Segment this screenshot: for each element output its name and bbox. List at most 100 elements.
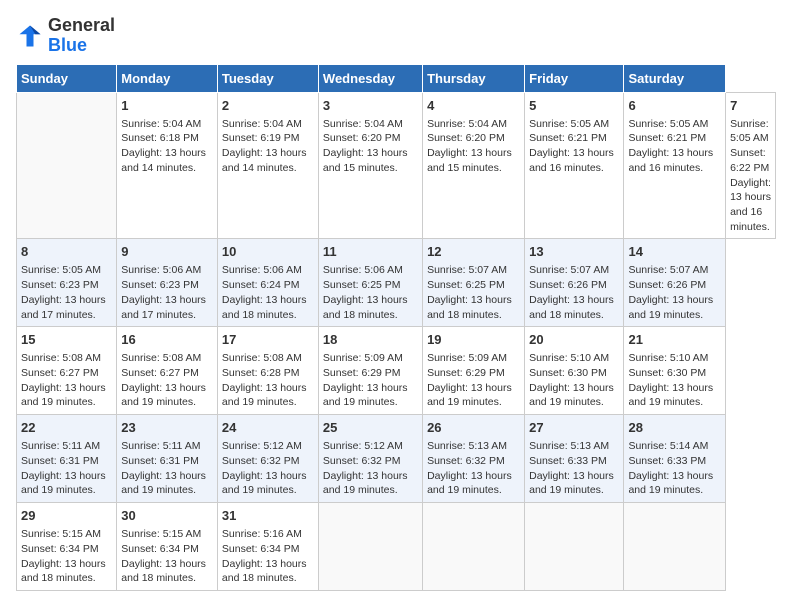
calendar-day-cell: 30 Sunrise: 5:15 AMSunset: 6:34 PMDayligh… <box>117 503 218 591</box>
day-number: 15 <box>21 331 112 349</box>
day-number: 7 <box>730 97 771 115</box>
day-info: Sunrise: 5:04 AMSunset: 6:18 PMDaylight:… <box>121 117 213 176</box>
page-container: General Blue SundayMondayTuesdayWednesda… <box>16 16 776 591</box>
day-info: Sunrise: 5:07 AMSunset: 6:25 PMDaylight:… <box>427 263 520 322</box>
calendar-day-cell: 14Sunrise: 5:07 AMSunset: 6:26 PMDayligh… <box>624 239 726 327</box>
weekday-header-monday: Monday <box>117 64 218 92</box>
day-info: Sunrise: 5:15 AMSunset: 6:34 PMDaylight:… <box>21 527 112 586</box>
day-info: Sunrise: 5:15 AMSunset: 6:34 PMDaylight:… <box>121 527 213 586</box>
calendar-day-cell: 17 Sunrise: 5:08 AMSunset: 6:28 PMDayligh… <box>217 327 318 415</box>
day-number: 6 <box>628 97 721 115</box>
day-number: 1 <box>121 97 213 115</box>
day-number: 16 <box>121 331 213 349</box>
calendar-day-cell: 24 Sunrise: 5:12 AMSunset: 6:32 PMDayligh… <box>217 415 318 503</box>
logo-icon <box>16 22 44 50</box>
calendar-week-row: 22Sunrise: 5:11 AMSunset: 6:31 PMDayligh… <box>17 415 776 503</box>
day-info: Sunrise: 5:12 AMSunset: 6:32 PMDaylight:… <box>222 439 314 498</box>
day-number: 20 <box>529 331 619 349</box>
calendar-day-cell: 6 Sunrise: 5:05 AMSunset: 6:21 PMDaylight… <box>624 92 726 239</box>
calendar-table: SundayMondayTuesdayWednesdayThursdayFrid… <box>16 64 776 591</box>
day-number: 23 <box>121 419 213 437</box>
day-number: 19 <box>427 331 520 349</box>
calendar-day-cell: 22Sunrise: 5:11 AMSunset: 6:31 PMDayligh… <box>17 415 117 503</box>
calendar-day-cell: 29 Sunrise: 5:15 AMSunset: 6:34 PMDayligh… <box>17 503 117 591</box>
calendar-empty-cell <box>17 92 117 239</box>
calendar-week-row: 29 Sunrise: 5:15 AMSunset: 6:34 PMDayligh… <box>17 503 776 591</box>
calendar-empty-cell <box>318 503 422 591</box>
day-number: 2 <box>222 97 314 115</box>
day-info: Sunrise: 5:13 AMSunset: 6:32 PMDaylight:… <box>427 439 520 498</box>
day-info: Sunrise: 5:09 AMSunset: 6:29 PMDaylight:… <box>427 351 520 410</box>
day-info: Sunrise: 5:06 AMSunset: 6:24 PMDaylight:… <box>222 263 314 322</box>
day-number: 13 <box>529 243 619 261</box>
day-info: Sunrise: 5:04 AMSunset: 6:20 PMDaylight:… <box>323 117 418 176</box>
calendar-day-cell: 21Sunrise: 5:10 AMSunset: 6:30 PMDayligh… <box>624 327 726 415</box>
day-number: 5 <box>529 97 619 115</box>
calendar-day-cell: 7 Sunrise: 5:05 AMSunset: 6:22 PMDaylight… <box>726 92 776 239</box>
weekday-header-sunday: Sunday <box>17 64 117 92</box>
calendar-week-row: 8Sunrise: 5:05 AMSunset: 6:23 PMDaylight… <box>17 239 776 327</box>
day-info: Sunrise: 5:11 AMSunset: 6:31 PMDaylight:… <box>21 439 112 498</box>
calendar-day-cell: 25Sunrise: 5:12 AMSunset: 6:32 PMDayligh… <box>318 415 422 503</box>
day-info: Sunrise: 5:11 AMSunset: 6:31 PMDaylight:… <box>121 439 213 498</box>
day-number: 12 <box>427 243 520 261</box>
day-info: Sunrise: 5:05 AMSunset: 6:21 PMDaylight:… <box>628 117 721 176</box>
calendar-day-cell: 4 Sunrise: 5:04 AMSunset: 6:20 PMDaylight… <box>423 92 525 239</box>
day-number: 17 <box>222 331 314 349</box>
calendar-day-cell: 5 Sunrise: 5:05 AMSunset: 6:21 PMDaylight… <box>525 92 624 239</box>
calendar-day-cell: 12 Sunrise: 5:07 AMSunset: 6:25 PMDayligh… <box>423 239 525 327</box>
day-info: Sunrise: 5:07 AMSunset: 6:26 PMDaylight:… <box>628 263 721 322</box>
logo: General Blue <box>16 16 115 56</box>
calendar-day-cell: 26 Sunrise: 5:13 AMSunset: 6:32 PMDayligh… <box>423 415 525 503</box>
day-info: Sunrise: 5:06 AMSunset: 6:25 PMDaylight:… <box>323 263 418 322</box>
calendar-day-cell: 10 Sunrise: 5:06 AMSunset: 6:24 PMDayligh… <box>217 239 318 327</box>
calendar-day-cell: 23 Sunrise: 5:11 AMSunset: 6:31 PMDayligh… <box>117 415 218 503</box>
calendar-day-cell: 1 Sunrise: 5:04 AMSunset: 6:18 PMDaylight… <box>117 92 218 239</box>
day-info: Sunrise: 5:04 AMSunset: 6:19 PMDaylight:… <box>222 117 314 176</box>
day-number: 31 <box>222 507 314 525</box>
weekday-header-wednesday: Wednesday <box>318 64 422 92</box>
day-number: 9 <box>121 243 213 261</box>
day-info: Sunrise: 5:05 AMSunset: 6:21 PMDaylight:… <box>529 117 619 176</box>
day-number: 4 <box>427 97 520 115</box>
weekday-header-saturday: Saturday <box>624 64 726 92</box>
logo-text: General Blue <box>48 16 115 56</box>
day-number: 29 <box>21 507 112 525</box>
day-info: Sunrise: 5:12 AMSunset: 6:32 PMDaylight:… <box>323 439 418 498</box>
calendar-day-cell: 16 Sunrise: 5:08 AMSunset: 6:27 PMDayligh… <box>117 327 218 415</box>
day-info: Sunrise: 5:08 AMSunset: 6:27 PMDaylight:… <box>21 351 112 410</box>
day-number: 11 <box>323 243 418 261</box>
day-info: Sunrise: 5:08 AMSunset: 6:28 PMDaylight:… <box>222 351 314 410</box>
calendar-day-cell: 8Sunrise: 5:05 AMSunset: 6:23 PMDaylight… <box>17 239 117 327</box>
calendar-day-cell: 9 Sunrise: 5:06 AMSunset: 6:23 PMDaylight… <box>117 239 218 327</box>
day-info: Sunrise: 5:10 AMSunset: 6:30 PMDaylight:… <box>628 351 721 410</box>
calendar-day-cell: 27Sunrise: 5:13 AMSunset: 6:33 PMDayligh… <box>525 415 624 503</box>
day-info: Sunrise: 5:09 AMSunset: 6:29 PMDaylight:… <box>323 351 418 410</box>
calendar-empty-cell <box>624 503 726 591</box>
day-info: Sunrise: 5:14 AMSunset: 6:33 PMDaylight:… <box>628 439 721 498</box>
day-number: 30 <box>121 507 213 525</box>
day-number: 28 <box>628 419 721 437</box>
calendar-week-row: 1 Sunrise: 5:04 AMSunset: 6:18 PMDaylight… <box>17 92 776 239</box>
day-info: Sunrise: 5:04 AMSunset: 6:20 PMDaylight:… <box>427 117 520 176</box>
day-number: 26 <box>427 419 520 437</box>
day-number: 18 <box>323 331 418 349</box>
day-info: Sunrise: 5:08 AMSunset: 6:27 PMDaylight:… <box>121 351 213 410</box>
day-info: Sunrise: 5:07 AMSunset: 6:26 PMDaylight:… <box>529 263 619 322</box>
day-info: Sunrise: 5:06 AMSunset: 6:23 PMDaylight:… <box>121 263 213 322</box>
calendar-day-cell: 13 Sunrise: 5:07 AMSunset: 6:26 PMDayligh… <box>525 239 624 327</box>
page-header: General Blue <box>16 16 776 56</box>
day-info: Sunrise: 5:05 AMSunset: 6:22 PMDaylight:… <box>730 117 771 235</box>
weekday-header-tuesday: Tuesday <box>217 64 318 92</box>
weekday-header-row: SundayMondayTuesdayWednesdayThursdayFrid… <box>17 64 776 92</box>
weekday-header-thursday: Thursday <box>423 64 525 92</box>
calendar-day-cell: 20 Sunrise: 5:10 AMSunset: 6:30 PMDayligh… <box>525 327 624 415</box>
day-info: Sunrise: 5:10 AMSunset: 6:30 PMDaylight:… <box>529 351 619 410</box>
calendar-empty-cell <box>423 503 525 591</box>
weekday-header-friday: Friday <box>525 64 624 92</box>
day-number: 8 <box>21 243 112 261</box>
calendar-day-cell: 15 Sunrise: 5:08 AMSunset: 6:27 PMDayligh… <box>17 327 117 415</box>
day-number: 27 <box>529 419 619 437</box>
day-number: 10 <box>222 243 314 261</box>
day-number: 24 <box>222 419 314 437</box>
